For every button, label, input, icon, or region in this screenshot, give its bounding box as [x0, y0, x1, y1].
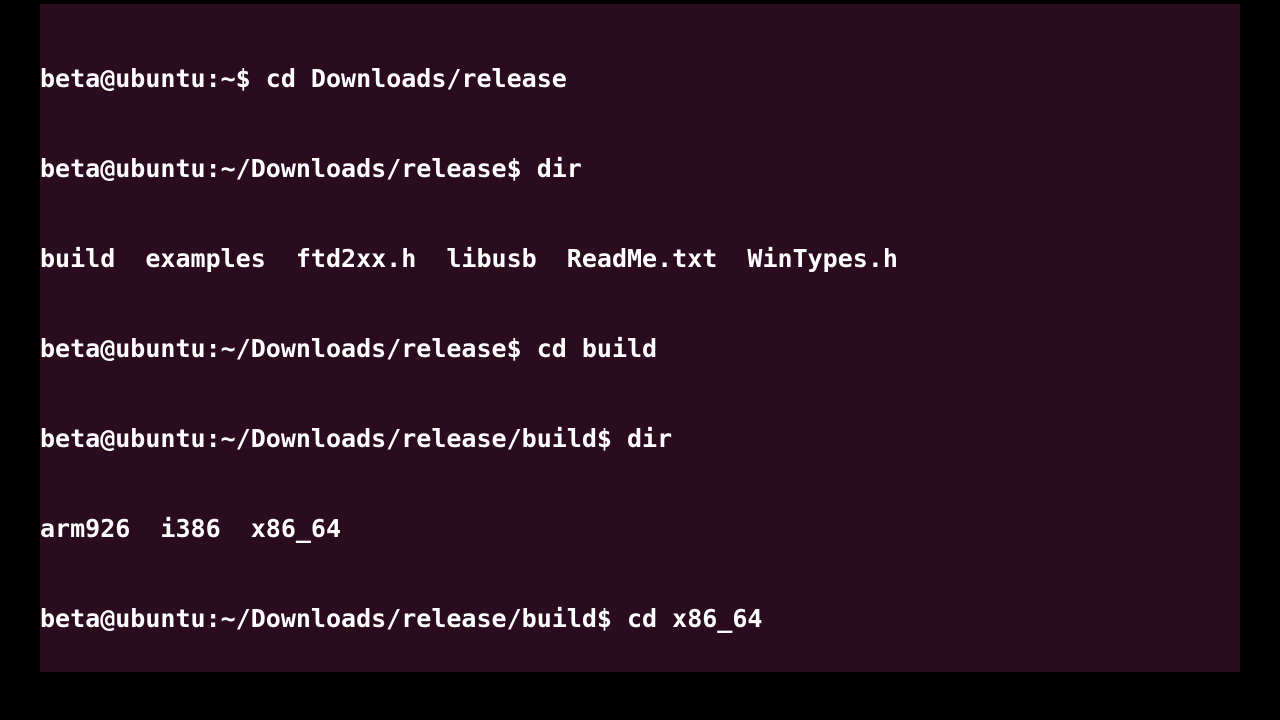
terminal-line: beta@ubuntu:~/Downloads/release/build$ c…	[40, 604, 1240, 634]
prompt: beta@ubuntu:~/Downloads/release$	[40, 334, 537, 363]
terminal-line: beta@ubuntu:~/Downloads/release/build$ d…	[40, 424, 1240, 454]
command-text: dir	[627, 424, 672, 453]
terminal-line: beta@ubuntu:~$ cd Downloads/release	[40, 64, 1240, 94]
terminal-line: beta@ubuntu:~/Downloads/release$ dir	[40, 154, 1240, 184]
command-text: dir	[537, 154, 582, 183]
prompt: beta@ubuntu:~/Downloads/release/build$	[40, 424, 627, 453]
outer-frame: beta@ubuntu:~$ cd Downloads/release beta…	[0, 0, 1280, 720]
command-text: cd build	[537, 334, 657, 363]
terminal-line: beta@ubuntu:~/Downloads/release$ cd buil…	[40, 334, 1240, 364]
output-text: arm926 i386 x86_64	[40, 514, 341, 543]
command-text: cd x86_64	[627, 604, 762, 633]
terminal[interactable]: beta@ubuntu:~$ cd Downloads/release beta…	[40, 4, 1240, 672]
command-text: cd Downloads/release	[266, 64, 567, 93]
output-text: build examples ftd2xx.h libusb ReadMe.tx…	[40, 244, 898, 273]
terminal-line: arm926 i386 x86_64	[40, 514, 1240, 544]
terminal-line: build examples ftd2xx.h libusb ReadMe.tx…	[40, 244, 1240, 274]
prompt: beta@ubuntu:~/Downloads/release/build$	[40, 604, 627, 633]
prompt: beta@ubuntu:~/Downloads/release$	[40, 154, 537, 183]
prompt: beta@ubuntu:~$	[40, 64, 266, 93]
